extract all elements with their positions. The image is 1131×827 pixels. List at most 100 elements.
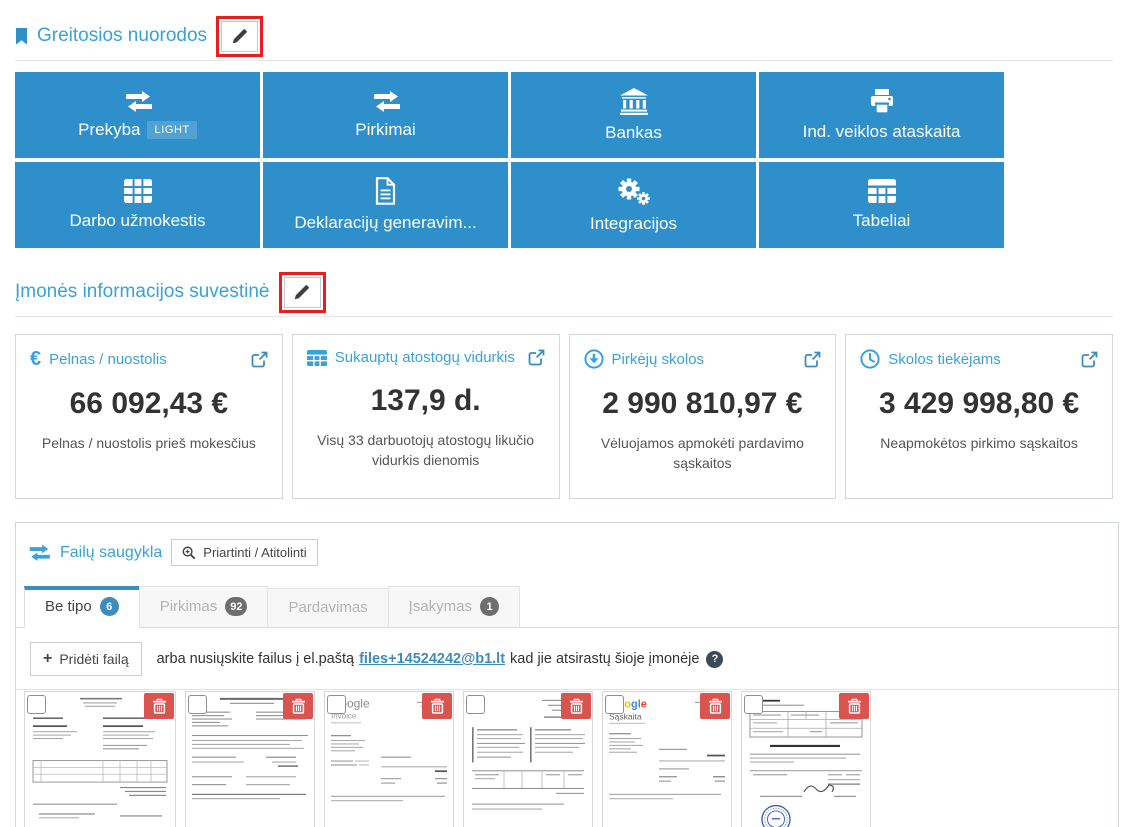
summary-header: Įmonės informacijos suvestinė: [15, 270, 1113, 314]
file-thumbnail: [741, 691, 871, 827]
magnifier-plus-icon: [182, 546, 196, 560]
delete-file-button[interactable]: [561, 693, 591, 719]
add-file-button[interactable]: + Pridėti failą: [30, 642, 142, 676]
file-checkbox[interactable]: [27, 695, 46, 714]
file-checkbox[interactable]: [327, 695, 346, 714]
bookmark-icon: [15, 28, 28, 45]
external-link-icon[interactable]: [804, 351, 821, 368]
plus-icon: +: [43, 651, 52, 667]
card-description: Visų 33 darbuotojų atostogų likučio vidu…: [307, 431, 545, 470]
edit-highlight-annotation: [279, 272, 326, 313]
card-title: Pirkėjų skolos: [612, 351, 797, 368]
file-thumbnail: Google Sąskaita: [602, 691, 732, 827]
edit-summary-button[interactable]: [284, 277, 321, 308]
light-badge: LIGHT: [147, 121, 196, 139]
delete-file-button[interactable]: [283, 693, 313, 719]
tile-label: Deklaracijų generavim...: [294, 213, 476, 233]
tile-label: Darbo užmokestis: [69, 211, 205, 231]
tile-darbo-uzmokestis[interactable]: Darbo užmokestis: [15, 162, 260, 248]
file-thumbnails-row: Google Invoice: [16, 689, 1118, 827]
pencil-icon: [294, 284, 310, 300]
help-icon[interactable]: ?: [706, 651, 723, 668]
tile-ind-veiklos-ataskaita[interactable]: Ind. veiklos ataskaita: [759, 72, 1004, 158]
card-value: 3 429 998,80 €: [860, 387, 1098, 421]
quick-links-header: Greitosios nuorodos: [15, 14, 1113, 58]
edit-highlight-annotation: [216, 16, 263, 57]
zoom-files-button[interactable]: Priartinti / Atitolinti: [171, 539, 317, 566]
table-icon: [868, 179, 896, 203]
card-value: 66 092,43 €: [30, 387, 268, 421]
card-title: Pelnas / nuostolis: [49, 351, 243, 368]
upload-hint: arba nusiųskite failus į el.paštą files+…: [157, 651, 724, 668]
card-description: Pelnas / nuostolis prieš mokesčius: [30, 434, 268, 454]
tile-label: Integracijos: [590, 214, 677, 234]
tile-label: Bankas: [605, 123, 662, 143]
card-value: 137,9 d.: [307, 384, 545, 418]
divider: [15, 316, 1113, 317]
tile-label: Tabeliai: [853, 211, 911, 231]
external-link-icon[interactable]: [528, 349, 545, 366]
trash-icon: [708, 698, 723, 714]
exchange-icon: [123, 90, 153, 112]
delete-file-button[interactable]: [839, 693, 869, 719]
tile-deklaraciju-generavimas[interactable]: Deklaracijų generavim...: [263, 162, 508, 248]
file-storage-title: Failų saugykla: [60, 544, 162, 562]
card-pelnas-nuostolis: € Pelnas / nuostolis 66 092,43 € Pelnas …: [15, 334, 283, 499]
tile-label: Pirkimai: [355, 120, 415, 140]
clock-icon: [860, 349, 880, 369]
tile-integracijos[interactable]: Integracijos: [511, 162, 756, 248]
card-title: Skolos tiekėjams: [888, 351, 1073, 368]
summary-title: Įmonės informacijos suvestinė: [15, 281, 270, 303]
card-title: Sukauptų atostogų vidurkis: [335, 349, 520, 366]
card-atostogu-vidurkis: Sukauptų atostogų vidurkis 137,9 d. Visų…: [292, 334, 560, 499]
delete-file-button[interactable]: [422, 693, 452, 719]
tile-prekyba[interactable]: Prekyba LIGHT: [15, 72, 260, 158]
quick-links-grid: Prekyba LIGHT Pirkimai Bankas Ind. veikl…: [15, 72, 1004, 248]
trash-icon: [430, 698, 445, 714]
card-description: Vėluojamos apmokėti pardavimo sąskaitos: [584, 434, 822, 473]
delete-file-button[interactable]: [700, 693, 730, 719]
euro-icon: €: [30, 349, 41, 369]
summary-cards: € Pelnas / nuostolis 66 092,43 € Pelnas …: [15, 334, 1113, 499]
tab-count-badge: 6: [100, 597, 119, 616]
tab-be-tipo[interactable]: Be tipo 6: [24, 586, 140, 628]
upload-email-link[interactable]: files+14524242@b1.lt: [359, 651, 505, 667]
card-skolos-tiekejams: Skolos tiekėjams 3 429 998,80 € Neapmokė…: [845, 334, 1113, 499]
table-icon: [124, 179, 152, 203]
card-value: 2 990 810,97 €: [584, 387, 822, 421]
file-thumbnail: [463, 691, 593, 827]
tile-label: Prekyba: [78, 120, 140, 140]
trash-icon: [152, 698, 167, 714]
card-description: Neapmokėtos pirkimo sąskaitos: [860, 434, 1098, 454]
edit-quick-links-button[interactable]: [221, 21, 258, 52]
quick-links-title: Greitosios nuorodos: [37, 25, 207, 47]
external-link-icon[interactable]: [1081, 351, 1098, 368]
tab-pardavimas[interactable]: Pardavimas: [267, 588, 388, 627]
tab-count-badge: 1: [480, 597, 499, 616]
file-checkbox[interactable]: [188, 695, 207, 714]
card-pirkeju-skolos: Pirkėjų skolos 2 990 810,97 € Vėluojamos…: [569, 334, 837, 499]
tile-bankas[interactable]: Bankas: [511, 72, 756, 158]
tile-pirkimai[interactable]: Pirkimai: [263, 72, 508, 158]
trash-icon: [569, 698, 584, 714]
file-checkbox[interactable]: [605, 695, 624, 714]
dashboard-page: Greitosios nuorodos Prekyba LIGHT Pirkim…: [0, 0, 1131, 827]
tab-isakymas[interactable]: Įsakymas 1: [388, 586, 520, 627]
delete-file-button[interactable]: [144, 693, 174, 719]
trash-icon: [291, 698, 306, 714]
file-type-tabs: Be tipo 6 Pirkimas 92 Pardavimas Įsakyma…: [16, 586, 1118, 628]
file-thumbnail: Google Invoice: [324, 691, 454, 827]
gears-icon: [616, 176, 652, 206]
external-link-icon[interactable]: [251, 351, 268, 368]
trash-icon: [847, 698, 862, 714]
file-checkbox[interactable]: [744, 695, 763, 714]
tile-tabeliai[interactable]: Tabeliai: [759, 162, 1004, 248]
file-checkbox[interactable]: [466, 695, 485, 714]
file-storage-panel: Failų saugykla Priartinti / Atitolinti B…: [15, 522, 1119, 827]
arrow-down-circle-icon: [584, 349, 604, 369]
tab-pirkimas[interactable]: Pirkimas 92: [139, 586, 269, 627]
exchange-icon: [371, 90, 401, 112]
file-text-icon: [374, 177, 397, 205]
exchange-icon: [27, 544, 51, 561]
tab-count-badge: 92: [225, 597, 247, 616]
